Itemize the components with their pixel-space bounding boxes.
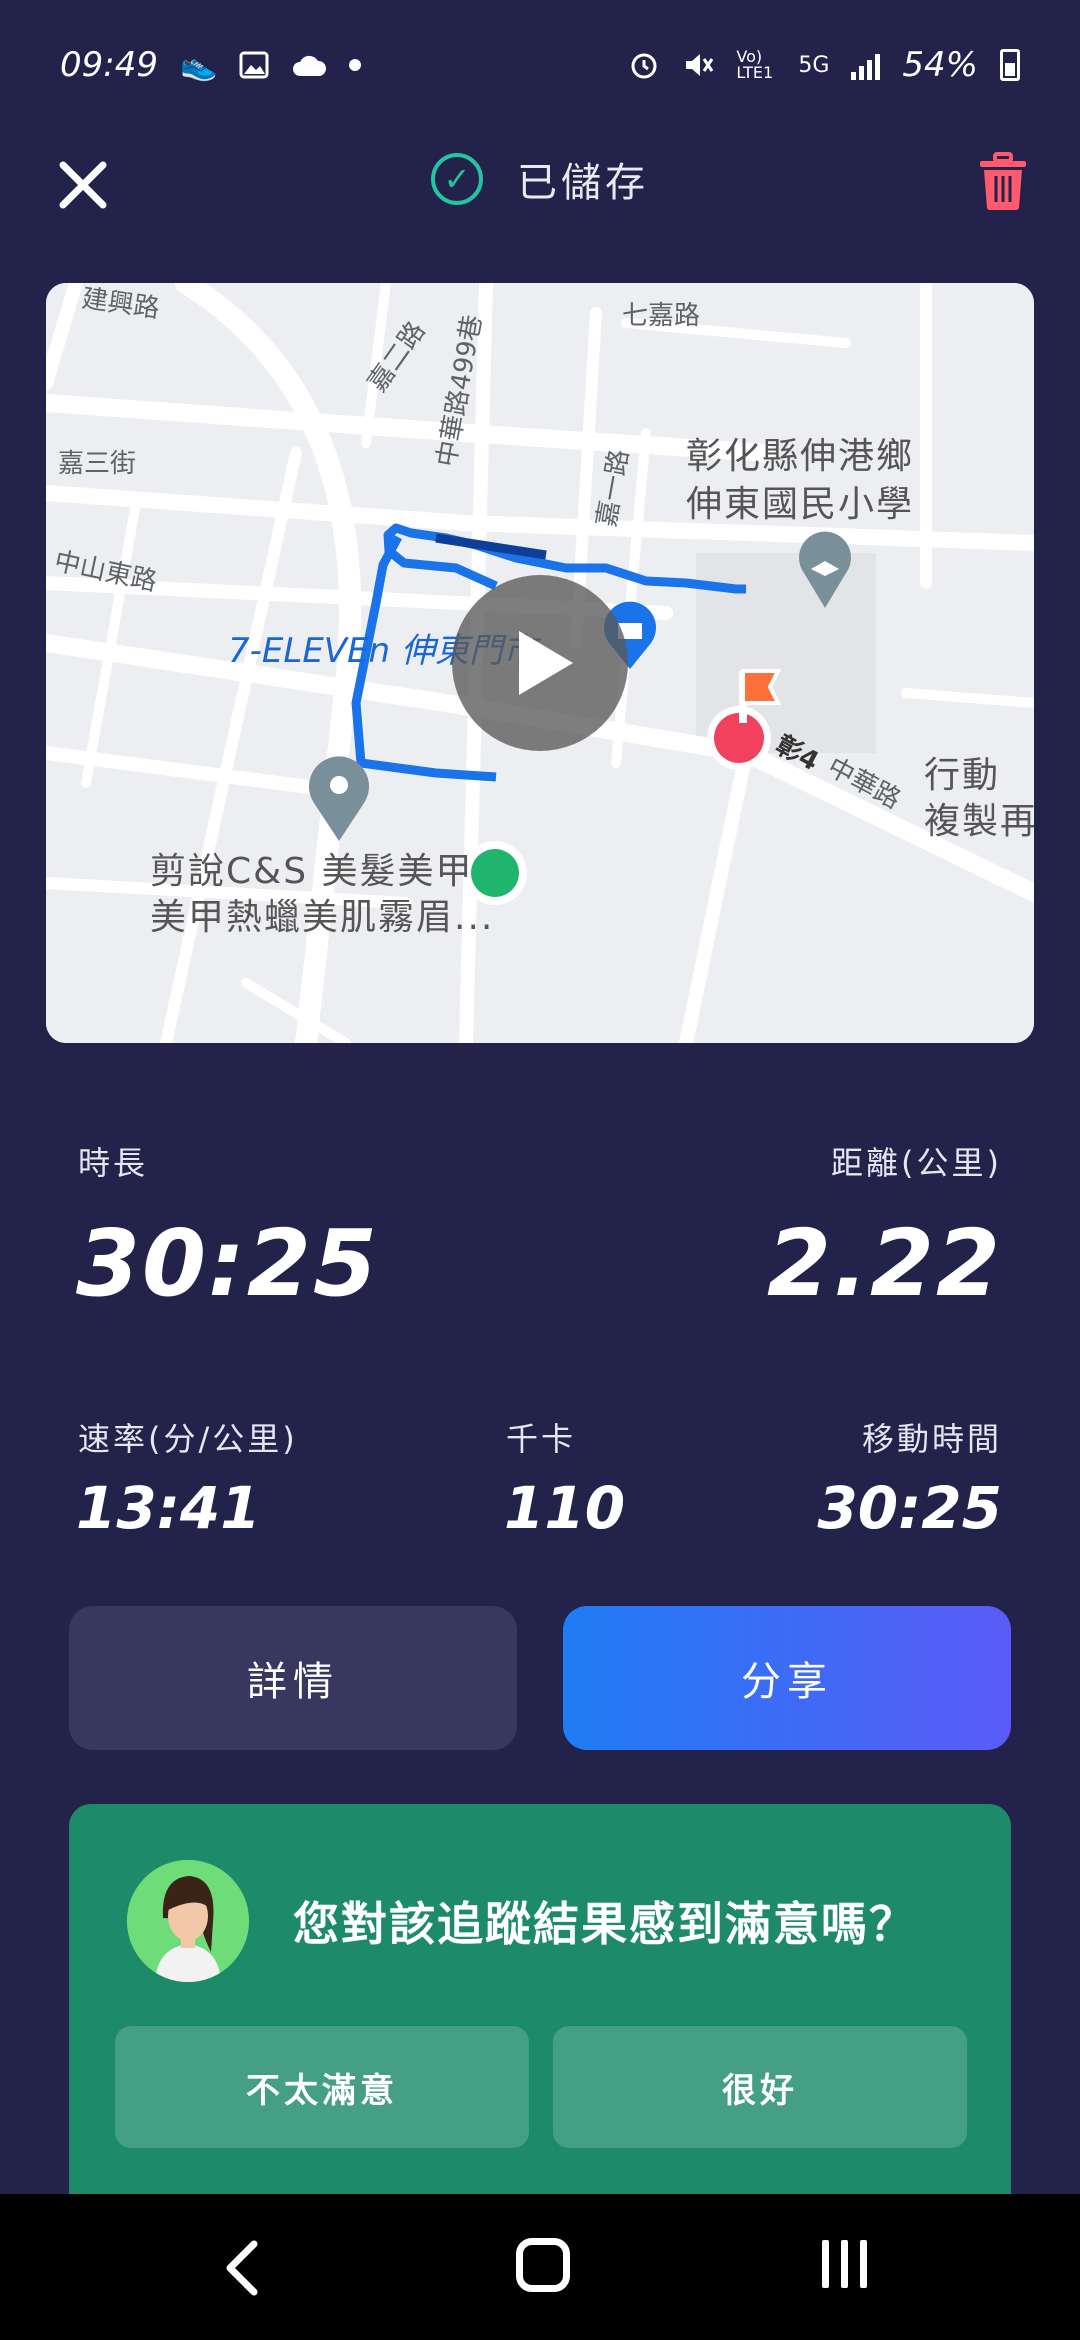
map-label-qijia: 七嘉路 [622,301,701,331]
trash-icon [980,152,1026,210]
home-button[interactable] [516,2238,570,2292]
back-button[interactable] [218,2238,268,2298]
delete-button[interactable] [978,152,1028,214]
cloud-icon [293,55,327,76]
kcal-value: 110 [504,1474,626,1542]
school-name-line2: 伸東國民小學 [686,484,915,525]
good-button[interactable]: 很好 [553,2026,967,2148]
salon-name-line2: 美甲熱蠟美肌霧眉... [150,897,495,938]
status-right: Vo) LTE1 5G 54% [628,45,1020,85]
check-icon: ✓ [431,153,483,205]
feedback-card: 您對該追蹤結果感到滿意嗎？ 不太滿意 很好 [69,1804,1011,2224]
edge-text-line1: 行動 [924,755,1001,796]
shoe-icon: 👟 [179,47,218,83]
battery-percent: 54% [902,45,978,85]
play-route-button[interactable] [452,575,628,751]
school-name-line1: 彰化縣伸港鄉 [686,436,915,477]
avatar [127,1860,249,1982]
alarm-icon [631,53,657,79]
edge-text-line2: 複製再 [924,801,1034,842]
duration-value: 30:25 [76,1210,379,1317]
mute-icon [686,54,714,76]
map-label-salon: 剪說C&S 美髮美甲 美甲熱蠟美肌霧眉... [150,849,494,941]
recent-bar-icon [841,2240,848,2288]
status-bar: 09:49 👟 Vo) LTE1 5G 54% [0,0,1080,130]
play-icon [519,631,573,695]
coach-avatar-icon [127,1860,249,1982]
status-time: 09:49 [60,45,158,85]
distance-label: 距離(公里) [831,1144,1002,1182]
navigation-bar [0,2194,1080,2340]
map-label-edge-text: 行動 複製再 [924,753,1034,845]
distance-value: 2.22 [767,1210,1002,1317]
signal-icon [851,50,881,80]
pace-label: 速率(分/公里) [78,1420,298,1458]
kcal-label: 千卡 [506,1420,577,1458]
saved-label: 已儲存 [517,160,649,206]
pace-value: 13:41 [76,1474,261,1542]
recent-bar-icon [822,2240,829,2288]
share-button[interactable]: 分享 [563,1606,1011,1750]
recent-bar-icon [860,2240,867,2288]
saved-status: ✓ 已儲存 [0,150,1080,208]
recent-apps-button[interactable] [822,2240,867,2288]
map-label-jiasan: 嘉三街 [58,449,137,479]
duration-label: 時長 [78,1144,149,1182]
route-map[interactable]: 建興路 七嘉路 嘉三街 嘉二路 中山東路 中華路499巷 嘉一路 中華路 彰4 … [46,283,1034,1043]
not-satisfied-button[interactable]: 不太滿意 [115,2026,529,2148]
feedback-question: 您對該追蹤結果感到滿意嗎？ [293,1897,917,1951]
salon-name-line1: 剪說C&S 美髮美甲 [150,851,474,892]
notification-dot-icon [349,59,362,71]
network-indicator: 5G [798,52,830,78]
top-bar: ✓ 已儲存 [0,140,1080,230]
back-icon [226,2240,258,2296]
status-left: 09:49 👟 [60,45,362,85]
image-icon [239,51,269,79]
battery-icon [1000,49,1020,81]
details-button[interactable]: 詳情 [69,1606,517,1750]
lte-indicator: Vo) LTE1 [736,47,774,82]
moving-time-label: 移動時間 [861,1420,1002,1458]
map-label-school: 彰化縣伸港鄉 伸東國民小學 [686,433,914,529]
moving-time-value: 30:25 [817,1474,1002,1542]
